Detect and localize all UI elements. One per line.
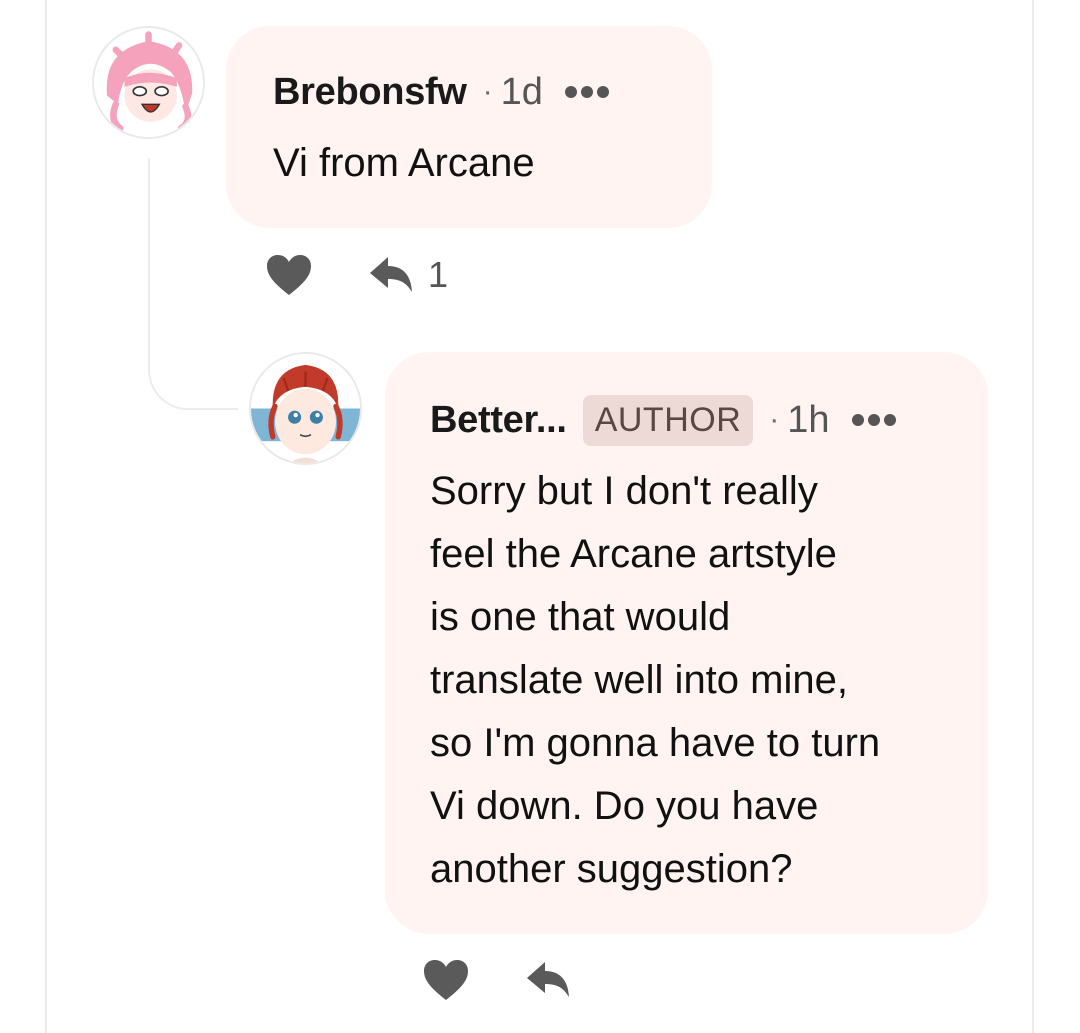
left-border [45, 0, 47, 1033]
reply-arrow-icon[interactable] [368, 255, 414, 295]
more-dots-icon[interactable] [564, 86, 609, 98]
heart-icon[interactable] [422, 957, 470, 1003]
separator-dot: · [482, 75, 493, 108]
reply-text-line: Vi down. Do you have [430, 784, 819, 828]
more-dots-icon[interactable] [851, 414, 896, 426]
reply-text-line: Sorry but I don't really [430, 469, 818, 513]
comment-header: Brebonsfw · 1d [273, 64, 609, 120]
reply-text: Sorry but I don't really feel the Arcane… [430, 460, 970, 901]
username[interactable]: Brebonsfw [273, 71, 467, 114]
comment-thread: Brebonsfw · 1d Vi from Arcane 1 Better..… [0, 0, 1080, 1033]
comment-actions: 1 [265, 250, 448, 300]
reply-text-line: translate well into mine, [430, 658, 848, 702]
comment-text: Vi from Arcane [273, 141, 535, 185]
timestamp: 1d [500, 70, 543, 113]
reply-text-line: so I'm gonna have to turn [430, 721, 881, 765]
red-hair-anime-avatar-icon[interactable] [249, 352, 362, 465]
pink-hair-anime-avatar-icon[interactable] [92, 26, 205, 139]
author-badge: AUTHOR [582, 394, 754, 446]
thread-connector-line [148, 158, 238, 410]
heart-icon[interactable] [265, 252, 313, 298]
reply-text-line: feel the Arcane artstyle [430, 532, 837, 576]
reply-text-line: is one that would [430, 595, 731, 639]
comment-bubble [226, 26, 712, 228]
right-border [1032, 0, 1034, 1033]
separator-dot: · [769, 403, 780, 436]
username[interactable]: Better... [430, 399, 567, 442]
reply-arrow-icon[interactable] [525, 960, 571, 1000]
reply-actions [422, 955, 571, 1005]
reply-header: Better... AUTHOR · 1h [430, 390, 896, 450]
reply-text-line: another suggestion? [430, 847, 793, 891]
timestamp: 1h [787, 398, 830, 441]
reply-count: 1 [428, 254, 449, 295]
